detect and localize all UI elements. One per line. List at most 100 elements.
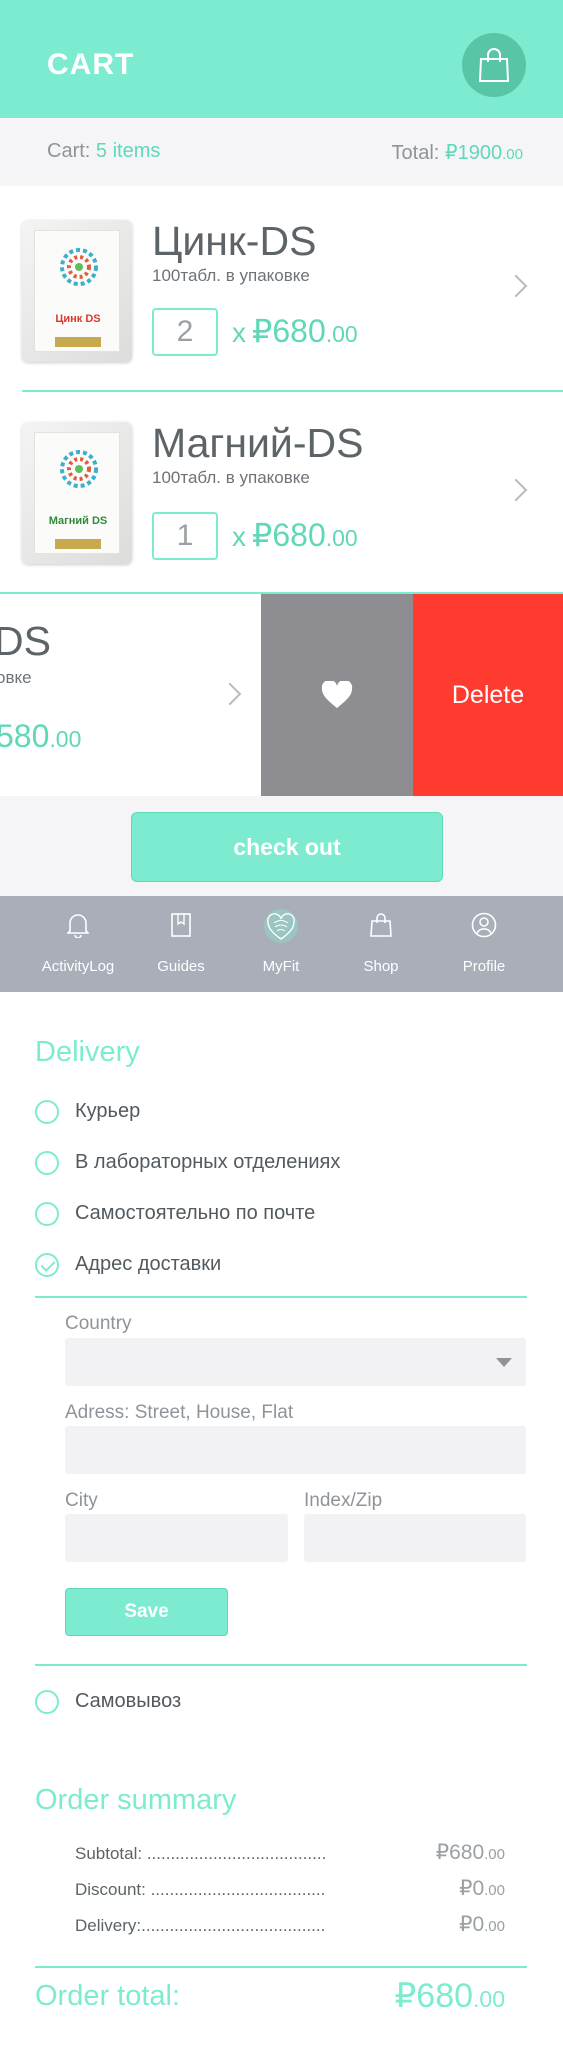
radio-label: Курьер: [75, 1100, 141, 1122]
cart-count: Cart: 5 items: [47, 140, 160, 163]
radio-button[interactable]: [35, 1202, 59, 1226]
order-summary-title: Order summary: [35, 1784, 237, 1816]
chevron-right-icon[interactable]: [504, 274, 528, 298]
product-name: Цинк-DS: [152, 218, 317, 264]
price-multiplier: x: [232, 521, 246, 552]
price-value: ₽680: [252, 313, 326, 349]
country-select[interactable]: [65, 1338, 526, 1386]
radio-label: Самостоятельно по почте: [75, 1202, 316, 1224]
heart-fingerprint-icon: [264, 909, 298, 943]
chevron-right-icon[interactable]: [218, 682, 242, 706]
product-price: 580.00: [0, 718, 81, 755]
delete-button[interactable]: Delete: [413, 594, 563, 796]
product-price: x ₽680.00: [232, 516, 358, 554]
delivery-label: Delivery:...............................…: [75, 1916, 326, 1935]
discount-row: Discount: ..............................…: [75, 1877, 505, 1900]
heart-icon: [321, 681, 353, 708]
radio-label: Адрес доставки: [75, 1253, 222, 1275]
product-description: 100табл. в упаковке: [152, 266, 310, 285]
radio-button[interactable]: [35, 1151, 59, 1175]
country-label: Country: [65, 1313, 132, 1334]
bell-icon: [67, 914, 89, 938]
quantity-field[interactable]: 2: [152, 308, 218, 356]
page-title: CART: [47, 48, 135, 81]
checkout-button[interactable]: check out: [131, 812, 443, 882]
tab-activitylog[interactable]: ActivityLog: [28, 896, 128, 992]
subtotal-cents: .00: [484, 1846, 505, 1863]
price-multiplier: x: [232, 317, 246, 348]
product-logo-icon: [60, 248, 98, 286]
delivery-option-lab[interactable]: В лабораторных отделениях: [35, 1149, 535, 1179]
tab-label: MyFit: [262, 958, 300, 975]
cart-summary-bar: Cart: 5 items Total: ₽1900.00: [0, 118, 563, 186]
product-description: 100табл. в упаковке: [152, 468, 310, 487]
favorite-button[interactable]: [261, 594, 413, 796]
discount-amount: ₽0: [459, 1877, 485, 1900]
cart-count-label: Cart:: [47, 140, 91, 162]
order-total-cents: .00: [473, 1986, 505, 2012]
tab-myfit[interactable]: MyFit: [231, 896, 331, 992]
address-label: Adress: Street, House, Flat: [65, 1402, 294, 1423]
quantity-field[interactable]: 1: [152, 512, 218, 560]
divider: [35, 1296, 527, 1298]
product-image: Цинк DS: [22, 220, 132, 362]
save-button[interactable]: Save: [65, 1588, 228, 1636]
chevron-right-icon[interactable]: [504, 478, 528, 502]
order-total-value: ₽680.00: [395, 1976, 505, 2016]
radio-button-checked[interactable]: [35, 1253, 59, 1277]
product-description: овке: [0, 668, 32, 687]
subtotal-label: Subtotal: ..............................…: [75, 1844, 327, 1863]
tab-label: Guides: [157, 958, 205, 975]
tab-profile[interactable]: Profile: [434, 896, 534, 992]
shopping-bag-icon: [370, 913, 392, 937]
delivery-value: ₽0.00: [459, 1912, 505, 1937]
checkout-area: check out: [0, 796, 563, 896]
cart-total-cents: .00: [502, 146, 523, 163]
cart-button[interactable]: [462, 33, 526, 97]
delivery-row: Delivery:...............................…: [75, 1913, 505, 1936]
tab-guides[interactable]: Guides: [131, 896, 231, 992]
price-value: ₽680: [252, 517, 326, 553]
discount-value: ₽0.00: [459, 1876, 505, 1901]
radio-label: В лабораторных отделениях: [75, 1151, 341, 1173]
product-image: Магний DS: [22, 422, 132, 564]
radio-button[interactable]: [35, 1100, 59, 1124]
delivery-title: Delivery: [35, 1036, 140, 1068]
book-icon: [171, 913, 191, 937]
tab-label: ActivityLog: [41, 958, 115, 975]
user-circle-icon: [471, 912, 497, 938]
tab-shop[interactable]: Shop: [331, 896, 431, 992]
delivery-cents: .00: [484, 1918, 505, 1935]
zip-input[interactable]: [304, 1514, 526, 1562]
product-name: Магний-DS: [152, 420, 364, 466]
subtotal-value: ₽680.00: [436, 1840, 505, 1865]
divider: [35, 1664, 527, 1666]
divider: [35, 1966, 527, 1968]
cart-item[interactable]: Цинк DS Цинк-DS 100табл. в упаковке 2 x ₽…: [0, 186, 563, 386]
price-cents: .00: [49, 726, 82, 752]
zip-label: Index/Zip: [304, 1490, 383, 1511]
price-cents: .00: [325, 525, 358, 551]
shopping-bag-icon: [478, 48, 510, 82]
subtotal-amount: ₽680: [435, 1841, 485, 1864]
order-total-amount: ₽680: [394, 1977, 474, 2015]
delivery-option-address[interactable]: Адрес доставки: [35, 1251, 535, 1281]
caret-down-icon: [496, 1358, 512, 1367]
city-input[interactable]: [65, 1514, 288, 1562]
radio-label: Самовывоз: [75, 1690, 182, 1712]
radio-button[interactable]: [35, 1690, 59, 1714]
city-label: City: [65, 1490, 98, 1511]
order-total-label: Order total:: [35, 1980, 181, 2012]
cart-item[interactable]: Магний DS Магний-DS 100табл. в упаковке …: [0, 392, 563, 592]
delivery-amount: ₽0: [459, 1913, 485, 1936]
tab-bar: ActivityLog Guides MyFit Shop Profile: [0, 896, 563, 992]
delivery-option-post[interactable]: Самостоятельно по почте: [35, 1200, 535, 1230]
address-input[interactable]: [65, 1426, 526, 1474]
delivery-option-pickup[interactable]: Самовывоз: [35, 1688, 535, 1718]
cart-item-swiped[interactable]: DS овке 580.00 Delete: [0, 594, 563, 796]
tab-label: Shop: [363, 958, 399, 975]
cart-count-value: 5 items: [95, 140, 161, 162]
product-name: DS: [0, 618, 51, 664]
cart-total: Total: ₽1900.00: [392, 140, 523, 165]
delivery-option-courier[interactable]: Курьер: [35, 1098, 535, 1128]
